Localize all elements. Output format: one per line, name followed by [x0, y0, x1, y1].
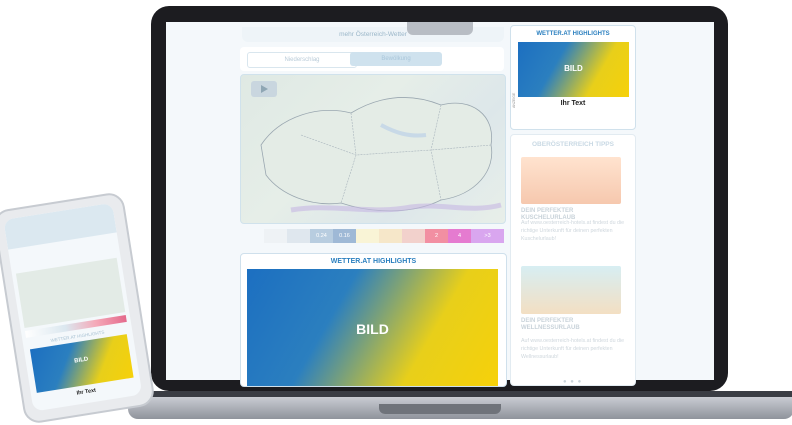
tipp-text: Auf www.oesterreich-hotels.at findest du…: [521, 220, 625, 242]
legend-cell: [402, 229, 425, 243]
tipps-title: OBERÖSTERREICH TIPPS: [532, 141, 614, 148]
legend-cell: 0.24: [310, 229, 333, 243]
legend-cell: [287, 229, 310, 243]
sidebar-highlights-panel: WETTER.AT HIGHLIGHTS BILD Ihr Text ANZEI…: [510, 25, 636, 130]
sidebar-image-label: BILD: [564, 64, 583, 73]
weather-map[interactable]: [240, 74, 506, 224]
tipp-heading[interactable]: DEIN PERFEKTER WELLNESSURLAUB: [521, 318, 629, 332]
highlights-image[interactable]: BILD: [247, 269, 498, 386]
legend-cell: [356, 229, 379, 243]
carousel-dots[interactable]: ● ● ●: [563, 379, 582, 385]
legend-cell: 0.16: [333, 229, 356, 243]
tipp-image-wellnessurlaub[interactable]: [521, 266, 621, 314]
phone-image-label: BILD: [73, 356, 89, 365]
sidebar-highlights-title: WETTER.AT HIGHLIGHTS: [536, 31, 610, 37]
tab-bewoelkung[interactable]: Bewölkung: [350, 52, 442, 66]
tipp-image-kuschelurlaub[interactable]: [521, 157, 621, 204]
tipp-text: Auf www.oesterreich-hotels.at findest du…: [521, 338, 625, 360]
legend-cell: >3: [471, 229, 504, 243]
highlights-image-label: BILD: [356, 321, 389, 337]
legend-cell: 2: [425, 229, 448, 243]
tipps-panel: OBERÖSTERREICH TIPPS DEIN PERFEKTER KUSC…: [510, 134, 636, 386]
legend-cell: 4: [448, 229, 471, 243]
phone-screen: WETTER.AT HIGHLIGHTS BILD Ihr Text: [3, 202, 143, 412]
phone-header: [3, 202, 117, 250]
map-borders: [260, 97, 502, 213]
phone-device: WETTER.AT HIGHLIGHTS BILD Ihr Text: [0, 191, 157, 425]
highlights-title: WETTER.AT HIGHLIGHTS: [330, 258, 417, 265]
laptop-camera-notch: [407, 22, 473, 35]
weather-tabs: Niederschlag Bewölkung: [240, 47, 504, 71]
legend-cell: [379, 229, 402, 243]
sidebar-highlights-image[interactable]: BILD: [518, 42, 629, 97]
laptop-hinge: [379, 404, 501, 414]
ad-label: ANZEIGE: [512, 92, 516, 108]
highlights-panel: WETTER.AT HIGHLIGHTS BILD: [240, 253, 507, 387]
map-legend: 0.24 0.16 2 4 >3: [240, 229, 504, 243]
legend-cell: [264, 229, 287, 243]
sidebar-image-caption: Ihr Text: [560, 100, 586, 107]
play-icon: [261, 85, 268, 93]
tab-niederschlag[interactable]: Niederschlag: [247, 52, 357, 68]
